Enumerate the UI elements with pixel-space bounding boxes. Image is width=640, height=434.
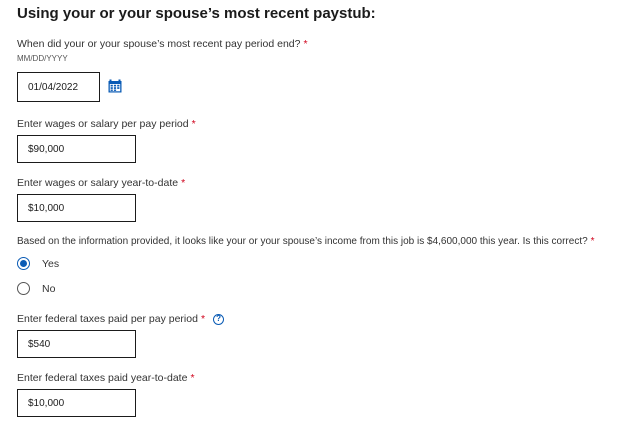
wages-ytd-label-text: Enter wages or salary year-to-date xyxy=(17,177,179,189)
radio-option-yes[interactable]: Yes xyxy=(17,257,59,270)
page-heading: Using your or your spouse’s most recent … xyxy=(17,5,376,22)
radio-label-no[interactable]: No xyxy=(42,283,55,295)
date-format-hint: MM/DD/YYYY xyxy=(17,54,68,63)
required-marker: * xyxy=(303,38,308,50)
help-icon[interactable]: ? xyxy=(213,313,225,325)
pay-period-end-label-text: When did your or your spouse’s most rece… xyxy=(17,38,301,50)
fed-tax-per-period-label-text: Enter federal taxes paid per pay period xyxy=(17,313,198,325)
fed-tax-ytd-label: Enter federal taxes paid year-to-date * xyxy=(17,372,195,384)
radio-label-yes[interactable]: Yes xyxy=(42,258,59,270)
fed-tax-ytd-input[interactable]: $10,000 xyxy=(17,389,136,417)
required-marker: * xyxy=(200,313,206,325)
radio-button-yes[interactable] xyxy=(17,257,30,270)
income-confirm-question: Based on the information provided, it lo… xyxy=(17,236,595,247)
fed-tax-ytd-label-text: Enter federal taxes paid year-to-date xyxy=(17,372,188,384)
radio-button-no[interactable] xyxy=(17,282,30,295)
pay-period-end-label: When did your or your spouse’s most rece… xyxy=(17,38,308,50)
required-marker: * xyxy=(181,177,186,189)
calendar-icon[interactable] xyxy=(108,79,122,93)
wages-per-period-label: Enter wages or salary per pay period * xyxy=(17,118,196,130)
wages-per-period-label-text: Enter wages or salary per pay period xyxy=(17,118,189,130)
required-marker: * xyxy=(590,236,595,247)
wages-ytd-input[interactable]: $10,000 xyxy=(17,194,136,222)
required-marker: * xyxy=(191,118,196,130)
radio-selected-dot xyxy=(20,260,27,267)
fed-tax-per-period-label: Enter federal taxes paid per pay period *… xyxy=(17,313,225,325)
fed-tax-per-period-input[interactable]: $540 xyxy=(17,330,136,358)
wages-ytd-label: Enter wages or salary year-to-date * xyxy=(17,177,185,189)
wages-per-period-input[interactable]: $90,000 xyxy=(17,135,136,163)
income-confirm-question-text: Based on the information provided, it lo… xyxy=(17,236,588,247)
required-marker: * xyxy=(190,372,195,384)
pay-period-end-date-input[interactable]: 01/04/2022 xyxy=(17,72,100,102)
radio-option-no[interactable]: No xyxy=(17,282,55,295)
